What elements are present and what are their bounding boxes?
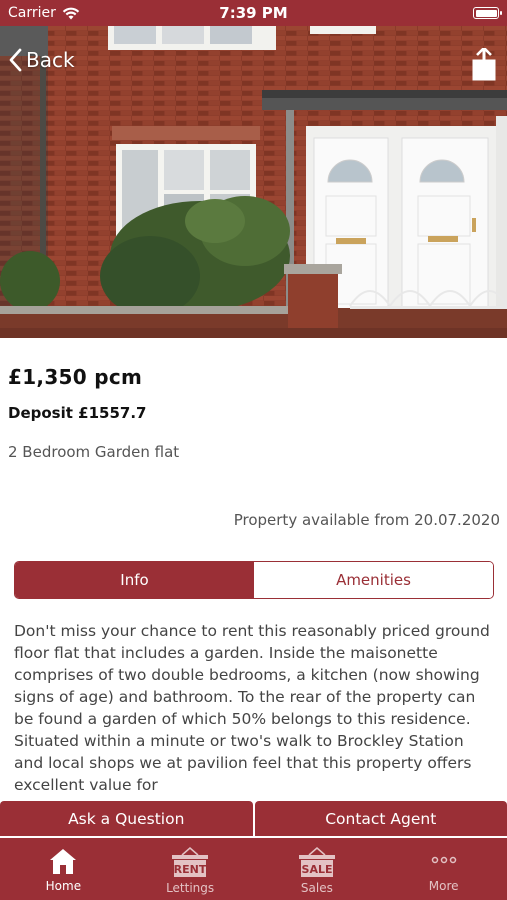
- battery-icon: [473, 7, 502, 19]
- tab-sales-label: Sales: [300, 881, 333, 895]
- availability-date: Property available from 20.07.2020: [233, 511, 500, 529]
- info-amenities-segment: Info Amenities: [14, 561, 494, 599]
- status-bar: Carrier 7:39 PM: [0, 0, 507, 26]
- share-button[interactable]: [471, 46, 497, 86]
- chevron-left-icon: [9, 48, 22, 72]
- contact-agent-button[interactable]: Contact Agent: [254, 801, 507, 836]
- action-bar: Ask a Question Contact Agent: [0, 801, 507, 836]
- tab-home-label: Home: [45, 879, 82, 893]
- sale-sign-icon: SALE: [298, 847, 335, 877]
- back-button[interactable]: Back: [8, 48, 75, 72]
- rent-sign-text: RENT: [174, 863, 207, 876]
- carrier-label: Carrier: [8, 5, 56, 21]
- tab-bar: Home RENT Lettings SALE Sales More: [0, 838, 507, 900]
- rent-sign-icon: RENT: [172, 847, 209, 877]
- house-icon: [50, 849, 77, 874]
- tab-more[interactable]: More: [380, 838, 507, 900]
- tab-more-label: More: [428, 879, 459, 893]
- back-label: Back: [26, 48, 75, 72]
- price: £1,350 pcm: [8, 365, 143, 389]
- property-title: 2 Bedroom Garden flat: [8, 443, 180, 461]
- tab-amenities[interactable]: Amenities: [254, 562, 493, 598]
- deposit: Deposit £1557.7: [8, 404, 147, 422]
- sale-sign-text: SALE: [301, 863, 332, 876]
- ask-question-button[interactable]: Ask a Question: [0, 801, 253, 836]
- more-dots-icon: [431, 856, 456, 864]
- tab-info[interactable]: Info: [15, 562, 254, 598]
- property-photo[interactable]: [0, 26, 507, 338]
- tab-lettings[interactable]: RENT Lettings: [127, 838, 254, 900]
- status-left: Carrier: [8, 5, 80, 21]
- property-photo-image: [0, 26, 507, 338]
- wifi-icon: [62, 7, 80, 19]
- tab-sales[interactable]: SALE Sales: [254, 838, 381, 900]
- tab-home[interactable]: Home: [0, 838, 127, 900]
- share-icon: [472, 46, 496, 81]
- property-description[interactable]: Don't miss your chance to rent this reas…: [14, 620, 496, 800]
- tab-lettings-label: Lettings: [166, 881, 215, 895]
